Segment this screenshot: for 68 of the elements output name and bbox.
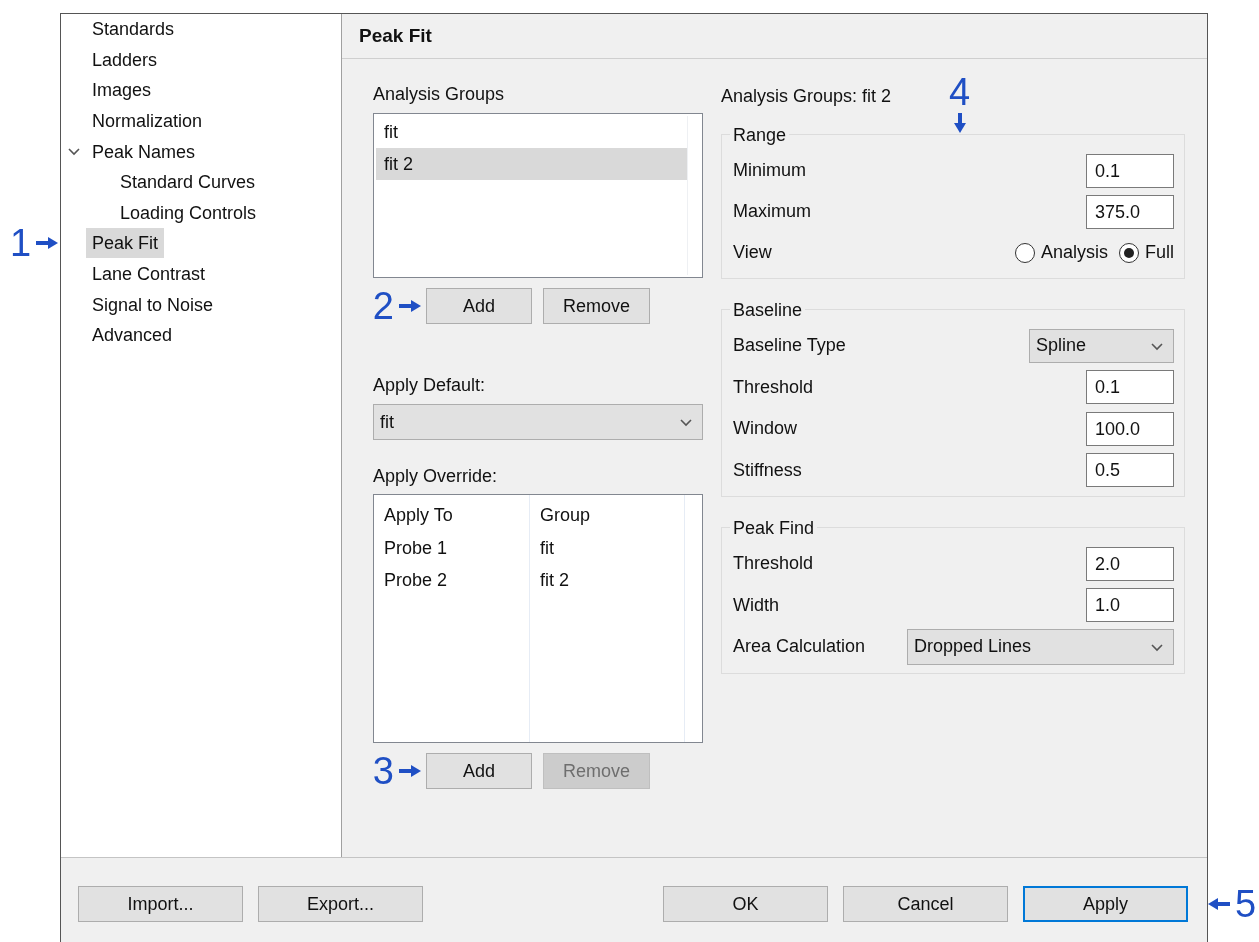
section-label: Analysis Groups: fit 2 bbox=[721, 85, 892, 107]
nav-item[interactable]: Standard Curves bbox=[114, 167, 262, 198]
nav-item[interactable]: Ladders bbox=[86, 44, 164, 75]
arrow-icon bbox=[399, 765, 421, 777]
table-cell-text: Probe 2 bbox=[383, 569, 449, 592]
table-cell-text: fit bbox=[539, 536, 555, 560]
arrow-icon bbox=[1208, 898, 1230, 910]
section-label: Analysis Groups bbox=[373, 83, 505, 105]
arrow-icon bbox=[36, 237, 59, 250]
section-label: Apply Override: bbox=[373, 465, 498, 487]
callout-number: 1 bbox=[10, 224, 32, 263]
input-field[interactable]: 375.0 bbox=[1086, 194, 1174, 229]
field-label: Stiffness bbox=[733, 459, 802, 481]
list-item[interactable]: fit 2 bbox=[376, 148, 687, 180]
callout-number: 5 bbox=[1235, 885, 1257, 923]
input-field[interactable]: 0.5 bbox=[1086, 453, 1174, 488]
nav-item[interactable]: Peak Fit bbox=[86, 228, 165, 259]
nav-item[interactable]: Loading Controls bbox=[114, 197, 263, 228]
arrow-icon bbox=[953, 113, 966, 133]
field-label: View bbox=[733, 242, 772, 263]
push-button[interactable]: Add bbox=[426, 753, 532, 789]
dropdown[interactable]: Dropped Lines bbox=[907, 628, 1174, 665]
field-label: Baseline Type bbox=[733, 335, 846, 357]
column-header: Apply To bbox=[383, 504, 454, 527]
field-label: Threshold bbox=[733, 376, 814, 398]
field-label: Minimum bbox=[733, 160, 806, 181]
nav-item[interactable]: Normalization bbox=[86, 106, 209, 137]
nav-item[interactable]: Lane Contrast bbox=[86, 259, 212, 290]
field-label: Threshold bbox=[733, 553, 814, 575]
field-label: Maximum bbox=[733, 201, 811, 222]
radio-button[interactable] bbox=[1014, 242, 1035, 263]
radio-button[interactable] bbox=[1119, 242, 1139, 263]
section-label: Apply Default: bbox=[373, 374, 486, 396]
input-field[interactable]: 100.0 bbox=[1086, 411, 1174, 446]
push-button[interactable]: Import... bbox=[78, 886, 243, 922]
input-field[interactable]: 1.0 bbox=[1086, 588, 1174, 623]
input-field[interactable]: 0.1 bbox=[1086, 153, 1174, 188]
field-label: Window bbox=[733, 418, 798, 440]
nav-item[interactable]: Images bbox=[86, 75, 158, 106]
radio-label: Full bbox=[1145, 242, 1174, 263]
nav-item[interactable]: Signal to Noise bbox=[86, 289, 220, 320]
push-button[interactable]: OK bbox=[663, 886, 828, 922]
nav-item[interactable]: Standards bbox=[86, 14, 181, 45]
push-button[interactable]: Apply bbox=[1023, 886, 1188, 922]
dropdown[interactable]: Spline bbox=[1029, 328, 1174, 363]
callout-number: 4 bbox=[949, 73, 971, 111]
input-field[interactable]: 2.0 bbox=[1086, 546, 1174, 581]
push-button[interactable]: Cancel bbox=[843, 886, 1008, 922]
chevron-icon bbox=[680, 416, 692, 428]
push-button[interactable]: Export... bbox=[258, 886, 423, 922]
list-item[interactable]: fit bbox=[376, 116, 687, 148]
dropdown[interactable]: fit bbox=[373, 404, 703, 440]
arrow-icon bbox=[399, 300, 421, 312]
input-field[interactable]: 0.1 bbox=[1086, 370, 1174, 405]
radio-label: Analysis bbox=[1040, 242, 1108, 263]
nav-item[interactable]: Peak Names bbox=[86, 136, 202, 167]
field-label: Area Calculation bbox=[733, 636, 866, 658]
field-label: Width bbox=[733, 594, 779, 616]
nav-item[interactable]: Advanced bbox=[86, 320, 179, 351]
table-cell-text: Probe 1 bbox=[383, 536, 449, 560]
column-header: Group bbox=[539, 504, 592, 527]
callout-number: 3 bbox=[372, 752, 394, 790]
push-button[interactable]: Add bbox=[426, 288, 532, 324]
panel-title: Peak Fit bbox=[359, 25, 432, 47]
push-button[interactable]: Remove bbox=[543, 288, 650, 324]
callout-number: 2 bbox=[372, 287, 394, 325]
chevron-icon[interactable] bbox=[68, 145, 80, 158]
table-cell-text: fit 2 bbox=[539, 569, 570, 592]
